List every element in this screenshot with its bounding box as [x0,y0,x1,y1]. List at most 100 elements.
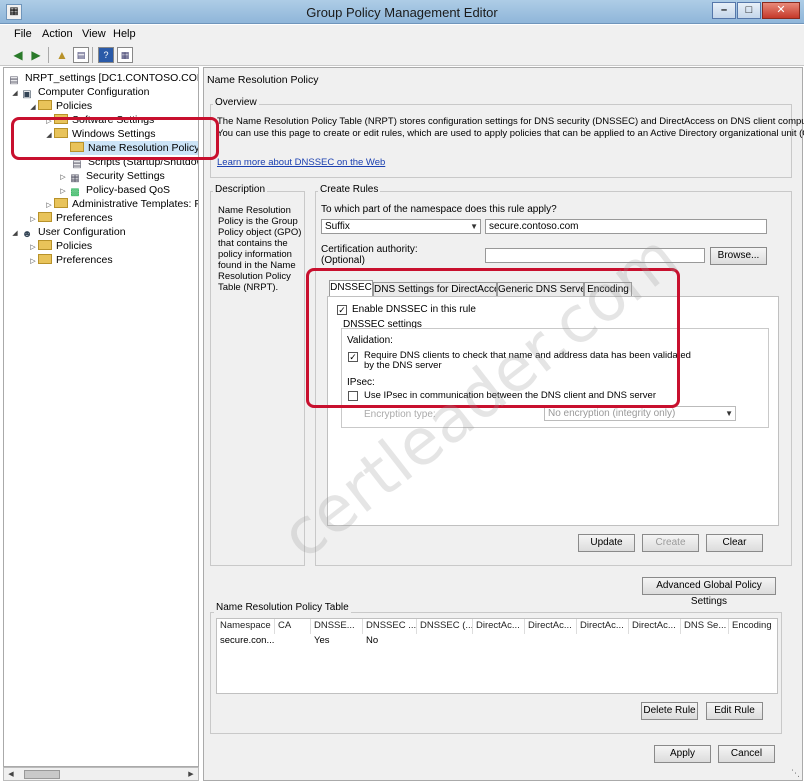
scroll-right-icon[interactable]: ▶ [185,769,197,780]
description-line: policy information [218,249,292,260]
advanced-global-policy-settings-button[interactable]: Advanced Global Policy Settings [642,577,776,607]
cancel-button[interactable]: Cancel [718,745,775,763]
browse-button[interactable]: Browse... [710,247,767,265]
table-header[interactable]: DNSSEC (... [417,619,473,634]
expanded-icon[interactable]: ◢ [28,101,38,115]
description-legend: Description [213,184,268,195]
folder-icon [38,240,52,250]
table-header[interactable]: Namespace [217,619,275,634]
tree-item-scripts[interactable]: ▤ Scripts (Startup/Shutdow [70,155,198,170]
nrpt-table[interactable]: Namespace CA DNSSE... DNSSEC ... DNSSEC … [216,618,778,694]
tree-item-user-policies[interactable]: ▷ Policies [28,239,92,253]
tab-dns-settings-directaccess[interactable]: DNS Settings for DirectAccess [373,282,497,296]
folder-icon [54,198,68,208]
resize-grip-icon[interactable]: ⋱ [790,768,800,778]
folder-icon [38,254,52,264]
ipsec-text: Use IPsec in communication between the D… [364,390,656,401]
details-pane: Name Resolution Policy Overview The Name… [203,67,804,781]
table-header[interactable]: DNSSE... [311,619,363,634]
tree-horizontal-scrollbar[interactable]: ◀ ▶ [3,767,199,781]
encryption-type-select[interactable]: No encryption (integrity only) ▼ [544,406,736,421]
apply-button[interactable]: Apply [654,745,711,763]
table-header[interactable]: DirectAc... [473,619,525,634]
table-header[interactable]: DirectAc... [577,619,629,634]
window-title: Group Policy Management Editor [306,5,498,20]
maximize-button[interactable]: □ [737,2,761,19]
validation-text-2: by the DNS server [364,360,442,371]
properties-icon[interactable]: ▦ [117,47,133,63]
nrpt-table-legend: Name Resolution Policy Table [214,602,351,613]
description-line: Table (NRPT). [218,282,279,293]
expanded-icon[interactable]: ◢ [10,227,20,241]
learn-more-link[interactable]: Learn more about DNSSEC on the Web [217,157,385,168]
close-button[interactable]: ✕ [762,2,800,19]
ca-optional-label: (Optional) [321,255,365,266]
tree-item-user-configuration[interactable]: ◢ ☻ User Configuration [10,225,125,241]
show-hide-tree-icon[interactable]: ▤ [73,47,89,63]
folder-icon [38,212,52,222]
description-line: that contains the [218,238,288,249]
toolbar-separator [92,47,93,63]
overview-text-2: You can use this page to create or edit … [217,128,804,139]
table-header[interactable]: DNSSEC ... [363,619,417,634]
overview-text-1: The Name Resolution Policy Table (NRPT) … [217,116,804,127]
menu-action[interactable]: Action [42,28,73,40]
scroll-left-icon[interactable]: ◀ [5,769,17,780]
create-rules-legend: Create Rules [318,184,381,195]
description-line: Policy is the Group [218,216,298,227]
delete-rule-button[interactable]: Delete Rule [641,702,698,720]
toolbar: ◀ ▶ ▲ ▤ ? ▦ [0,44,804,66]
use-ipsec-checkbox[interactable] [348,391,358,401]
help-icon[interactable]: ? [98,47,114,63]
namespace-type-select[interactable]: Suffix ▼ [321,219,481,234]
menu-view[interactable]: View [82,28,106,40]
table-header[interactable]: DNS Se... [681,619,729,634]
tab-generic-dns-server[interactable]: Generic DNS Server [497,282,584,296]
clear-button[interactable]: Clear [706,534,763,552]
pane-heading: Name Resolution Policy [207,74,319,86]
tree-item-software-settings[interactable]: ▷ Software Settings [44,113,154,127]
enable-dnssec-checkbox[interactable]: ✓ [337,305,347,315]
require-validation-checkbox[interactable]: ✓ [348,352,358,362]
tree-item-policy-based-qos[interactable]: ▷ ▩ Policy-based QoS [58,183,170,198]
table-header[interactable]: DirectAc... [525,619,577,634]
forward-arrow-icon[interactable]: ▶ [28,47,44,63]
scrollbar-thumb[interactable] [24,770,60,779]
edit-rule-button[interactable]: Edit Rule [706,702,763,720]
tree-item-administrative-templates[interactable]: ▷ Administrative Templates: Pc [44,197,198,211]
update-button[interactable]: Update [578,534,635,552]
create-button[interactable]: Create [642,534,699,552]
validation-label: Validation: [347,335,393,346]
console-tree: ▤NRPT_settings [DC1.CONTOSO.COM] P ◢▣Com… [3,67,199,767]
menu-help[interactable]: Help [113,28,136,40]
tree-item-gpo[interactable]: ▤NRPT_settings [DC1.CONTOSO.COM] P [7,71,198,86]
tab-encoding[interactable]: Encoding [584,282,632,296]
table-header[interactable]: CA [275,619,311,634]
tree-item-policies[interactable]: ◢ Policies [28,99,92,113]
description-line: Resolution Policy [218,271,291,282]
tree-item-user-preferences[interactable]: ▷ Preferences [28,253,113,267]
collapsed-icon[interactable]: ▷ [28,255,38,269]
expanded-icon[interactable]: ◢ [10,87,20,101]
toolbar-separator [48,47,49,63]
tree-item-windows-settings[interactable]: ◢ Windows Settings [44,127,155,141]
table-header[interactable]: DirectAc... [629,619,681,634]
tree-item-preferences[interactable]: ▷ Preferences [28,211,113,225]
expanded-icon[interactable]: ◢ [44,129,54,143]
table-row[interactable]: secure.con... Yes No [217,634,777,647]
up-folder-icon[interactable]: ▲ [54,47,70,63]
menu-file[interactable]: File [14,28,32,40]
namespace-value-input[interactable]: secure.contoso.com [485,219,767,234]
menu-bar: File Action View Help [0,25,804,44]
table-header[interactable]: Encoding [729,619,779,634]
tree-item-computer-configuration[interactable]: ◢ ▣ Computer Configuration [10,85,149,101]
description-line: Policy object (GPO) [218,227,302,238]
minimize-button[interactable]: – [712,2,736,19]
ca-input[interactable] [485,248,705,263]
back-arrow-icon[interactable]: ◀ [10,47,26,63]
table-cell: Yes [314,635,330,646]
tree-item-name-resolution-policy[interactable]: Name Resolution Policy [70,141,198,155]
encryption-type-label: Encryption type: [364,409,436,420]
tree-item-security-settings[interactable]: ▷ ▦ Security Settings [58,169,165,184]
tab-dnssec[interactable]: DNSSEC [329,280,373,296]
